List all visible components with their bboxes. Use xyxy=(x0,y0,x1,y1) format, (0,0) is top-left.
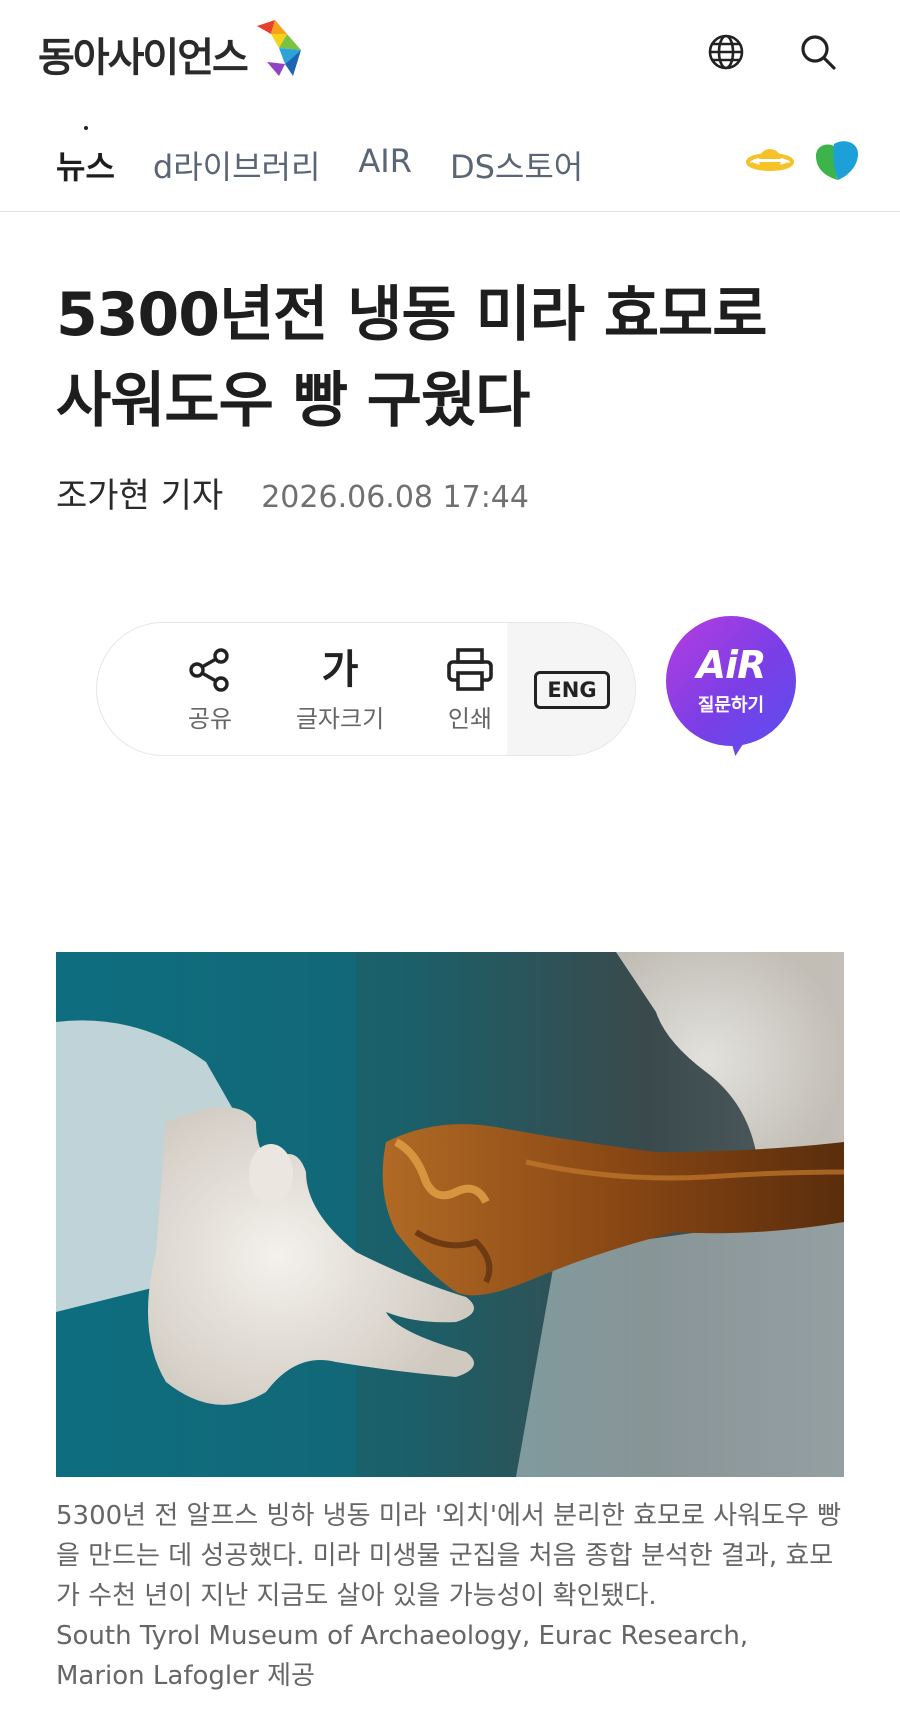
article-toolbar: 공유 가 글자크기 인쇄 ENG xyxy=(96,622,636,756)
share-button[interactable]: 공유 xyxy=(145,623,275,755)
caption-credit: South Tyrol Museum of Archaeology, Eurac… xyxy=(56,1621,749,1651)
site-header: 동아사이언스 xyxy=(0,0,900,106)
site-logo[interactable]: 동아사이언스 xyxy=(38,20,305,86)
mummy-hand-photo xyxy=(56,952,844,1477)
planet-icon[interactable] xyxy=(746,140,794,184)
main-nav: 뉴스 d라이브러리 AIR DS스토어 xyxy=(0,106,900,212)
air-logo: AiR xyxy=(696,643,767,687)
nav-item-label: AIR xyxy=(358,142,412,180)
font-size-label: 글자크기 xyxy=(295,704,385,733)
share-icon xyxy=(189,647,229,692)
print-icon xyxy=(447,647,493,691)
leaf-icon[interactable] xyxy=(812,136,860,188)
publish-date: 2026.06.08 17:44 xyxy=(261,480,529,515)
font-size-button[interactable]: 가 글자크기 xyxy=(275,623,405,755)
logo-mark-icon xyxy=(256,20,301,76)
print-label: 인쇄 xyxy=(447,704,493,733)
nav-item-dsstore[interactable]: DS스토어 xyxy=(450,142,583,188)
caption-credit: Marion Lafogler 제공 xyxy=(56,1661,315,1691)
air-ask-button[interactable]: AiR 질문하기 xyxy=(666,616,798,760)
title-line: 사워도우 빵 구웠다 xyxy=(56,366,530,436)
active-dot xyxy=(84,126,88,130)
article-photo[interactable] xyxy=(56,952,844,1477)
caption-text: 5300년 전 알프스 빙하 냉동 미라 '외치'에서 분리한 효모로 사워도우… xyxy=(56,1501,842,1611)
globe-icon[interactable] xyxy=(704,30,748,74)
nav-item-news[interactable]: 뉴스 xyxy=(56,126,115,188)
font-size-icon: 가 xyxy=(321,646,359,693)
title-line: 5300년전 냉동 미라 효모로 xyxy=(56,280,767,350)
share-label: 공유 xyxy=(187,704,233,733)
photo-caption: 5300년 전 알프스 빙하 냉동 미라 '외치'에서 분리한 효모로 사워도우… xyxy=(56,1496,844,1696)
nav-item-label: d라이브러리 xyxy=(152,148,321,186)
nav-item-air[interactable]: AIR xyxy=(358,142,412,188)
author-name[interactable]: 조가현 기자 xyxy=(56,468,223,517)
logo-text: 동아사이언스 xyxy=(38,35,249,81)
search-icon[interactable] xyxy=(796,30,840,74)
article-title: 5300년전 냉동 미라 효모로 사워도우 빵 구웠다 xyxy=(56,272,856,444)
air-label: 질문하기 xyxy=(697,695,765,716)
air-bubble: AiR 질문하기 xyxy=(666,616,796,746)
eng-badge: ENG xyxy=(534,671,610,709)
english-toggle[interactable]: ENG xyxy=(507,623,635,755)
nav-item-label: DS스토어 xyxy=(449,148,584,186)
nav-item-label: 뉴스 xyxy=(56,148,115,186)
nav-item-dlibrary[interactable]: d라이브러리 xyxy=(153,142,321,188)
byline: 조가현 기자 2026.06.08 17:44 xyxy=(56,468,529,517)
